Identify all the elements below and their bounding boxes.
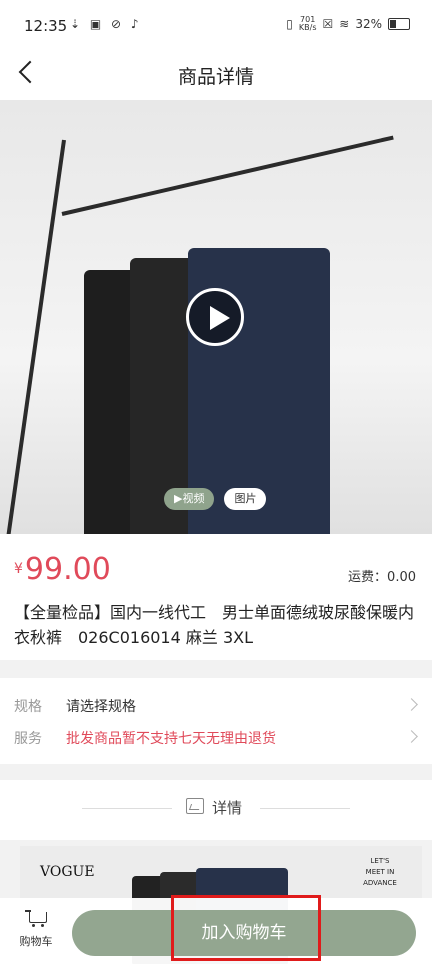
chevron-right-icon — [405, 730, 418, 743]
shipping-fee: 运费：0.00 — [348, 570, 416, 585]
product-info: ¥99.00 运费：0.00 【全量检品】国内一线代工 男士单面德绒玻尿酸保暖内… — [0, 534, 432, 660]
chart-icon — [186, 798, 204, 814]
divider-right — [260, 808, 350, 809]
spec-label: 规格 — [14, 699, 42, 715]
divider-left — [82, 808, 172, 809]
status-time: 12:35 — [24, 17, 68, 35]
detail-header: 详情 — [0, 780, 432, 840]
price: ¥99.00 — [14, 552, 111, 587]
spec-section: 规格 请选择规格 服务 批发商品暂不支持七天无理由退货 — [0, 678, 432, 764]
net-speed: 701 KB/s — [299, 16, 317, 32]
clothes-rack — [0, 139, 66, 534]
service-value: 批发商品暂不支持七天无理由退货 — [66, 731, 276, 747]
play-video-icon[interactable] — [186, 288, 244, 346]
spec-row[interactable]: 规格 请选择规格 — [0, 690, 432, 722]
service-row[interactable]: 服务 批发商品暂不支持七天无理由退货 — [0, 722, 432, 754]
battery-icon — [388, 18, 410, 30]
detail-tag-text: LET'S MEET IN ADVANCE — [363, 857, 397, 887]
net-speed-unit: KB/s — [298, 23, 317, 32]
status-right: ▯ 701 KB/s ☒ ≋ 32% — [286, 16, 410, 32]
tab-image[interactable]: 图片 — [224, 488, 267, 510]
cart-icon — [25, 908, 47, 928]
detail-heading: 详情 — [212, 799, 243, 817]
currency-symbol: ¥ — [14, 561, 23, 577]
status-bar: 12:35 ⇣ ▣ ⊘ ♪ ▯ 701 KB/s ☒ ≋ 32% — [0, 0, 432, 50]
tab-video[interactable]: ▶视频 — [164, 488, 215, 510]
add-to-cart-button[interactable]: 加入购物车 — [72, 910, 416, 956]
sim-icon: ☒ — [322, 17, 334, 31]
service-label: 服务 — [14, 731, 42, 747]
spec-value: 请选择规格 — [66, 699, 136, 715]
chevron-right-icon — [405, 698, 418, 711]
vibrate-icon: ▯ — [286, 17, 293, 31]
cart-label: 购物车 — [19, 935, 53, 948]
cart-button[interactable]: 购物车 — [14, 908, 58, 949]
detail-brand-text: VOGUE — [40, 864, 95, 880]
page-title: 商品详情 — [177, 66, 254, 88]
bottom-bar: 购物车 加入购物车 — [0, 898, 432, 964]
price-amount: 99.00 — [24, 552, 111, 587]
rack-bar — [61, 135, 394, 216]
product-title: 【全量检品】国内一线代工 男士单面德绒玻尿酸保暖内衣秋裤 026C016014 … — [14, 603, 415, 647]
product-gallery[interactable]: ▶视频 图片 — [0, 100, 432, 534]
media-tabs: ▶视频 图片 — [164, 488, 267, 510]
notification-icons: ⇣ ▣ ⊘ ♪ — [70, 17, 142, 31]
wifi-icon: ≋ — [339, 17, 350, 31]
battery-percent: 32% — [355, 17, 382, 31]
nav-bar: 商品详情 — [0, 50, 432, 100]
